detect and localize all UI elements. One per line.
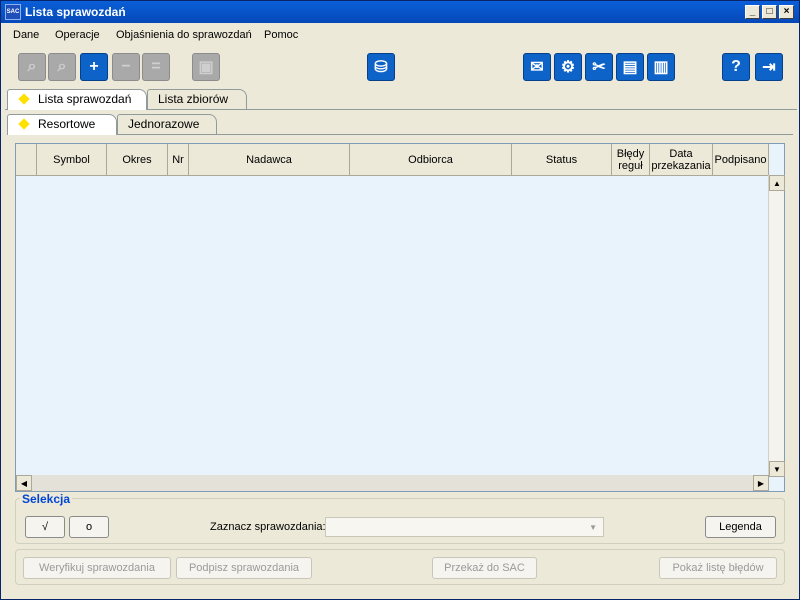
help-icon[interactable]: ? — [722, 53, 750, 81]
menu-dane[interactable]: Dane — [13, 29, 39, 41]
column-podpisano[interactable]: Podpisano — [713, 144, 769, 176]
zoom-out-icon[interactable]: ⌕ — [18, 53, 46, 81]
report-icon[interactable]: ▥ — [647, 53, 675, 81]
search-icon[interactable]: ⌕ — [48, 53, 76, 81]
column-nadawca[interactable]: Nadawca — [189, 144, 350, 176]
sign-reports-button[interactable]: Podpisz sprawozdania — [176, 557, 312, 579]
add-icon[interactable]: + — [80, 53, 108, 81]
mail-icon[interactable]: ✉ — [523, 53, 551, 81]
main-tabs: Lista sprawozdań Lista zbiorów — [7, 89, 797, 110]
minimize-button[interactable]: _ — [745, 5, 760, 19]
scroll-left-icon[interactable]: ◀ — [16, 475, 32, 491]
tab-jednorazowe[interactable]: Jednorazowe — [117, 114, 217, 134]
settings-icon[interactable]: ⚙ — [554, 53, 582, 81]
window-title: Lista sprawozdań — [25, 5, 126, 19]
verify-reports-button[interactable]: Weryfikuj sprawozdania — [23, 557, 171, 579]
tab-lista-sprawozdan[interactable]: Lista sprawozdań — [7, 89, 147, 110]
main-window: SAC Lista sprawozdań _ □ × Dane Operacje… — [0, 0, 800, 600]
tab-lista-zbiorow[interactable]: Lista zbiorów — [147, 89, 247, 109]
title-bar: SAC Lista sprawozdań _ □ × — [1, 1, 799, 23]
menu-operacje[interactable]: Operacje — [55, 29, 100, 41]
mark-reports-dropdown[interactable]: ▼ — [325, 517, 604, 537]
sub-tabs: Resortowe Jednorazowe — [7, 114, 797, 135]
maximize-button[interactable]: □ — [762, 5, 777, 19]
table-header: Symbol Okres Nr Nadawca Odbiorca Status … — [16, 144, 769, 176]
save-icon[interactable]: ▣ — [192, 53, 220, 81]
scroll-up-icon[interactable]: ▲ — [769, 175, 785, 191]
chevron-down-icon: ▼ — [589, 523, 597, 532]
tab-resortowe[interactable]: Resortowe — [7, 114, 117, 135]
mark-reports-label: Zaznacz sprawozdania: — [210, 521, 326, 533]
remove-icon[interactable]: − — [112, 53, 140, 81]
transfer-button[interactable]: Przekaż do SAC — [432, 557, 537, 579]
select-all-button[interactable]: √ — [25, 516, 65, 538]
column-okres[interactable]: Okres — [107, 144, 168, 176]
minus-icon[interactable]: = — [142, 53, 170, 81]
toolbar: ⌕ ⌕ + − = ▣ ⛁ ✉ ⚙ ✂ ▤ ▥ ? ⇥ — [1, 51, 799, 87]
show-errors-button[interactable]: Pokaż listę błędów — [659, 557, 777, 579]
menu-bar: Dane Operacje Objaśnienia do sprawozdań … — [1, 25, 799, 47]
reports-table[interactable]: Symbol Okres Nr Nadawca Odbiorca Status … — [15, 143, 785, 492]
app-icon: SAC — [5, 4, 21, 20]
column-selector[interactable] — [16, 144, 37, 176]
deselect-all-button[interactable]: o — [69, 516, 109, 538]
vertical-scrollbar[interactable]: ▲ ▼ — [768, 175, 785, 477]
menu-objasnienia[interactable]: Objaśnienia do sprawozdań — [116, 29, 252, 41]
horizontal-scrollbar[interactable]: ◀ ▶ — [16, 475, 769, 491]
database-search-icon[interactable]: ⛁ — [367, 53, 395, 81]
scroll-right-icon[interactable]: ▶ — [753, 475, 769, 491]
column-bledy-regul[interactable]: Błędy reguł — [612, 144, 650, 176]
column-data-przekazania[interactable]: Data przekazania — [650, 144, 713, 176]
legend-button[interactable]: Legenda — [705, 516, 776, 538]
tools-icon[interactable]: ✂ — [585, 53, 613, 81]
scroll-down-icon[interactable]: ▼ — [769, 461, 785, 477]
exit-icon[interactable]: ⇥ — [755, 53, 783, 81]
column-status[interactable]: Status — [512, 144, 612, 176]
actions-bar: Weryfikuj sprawozdania Podpisz sprawozda… — [15, 549, 785, 585]
selection-title: Selekcja — [20, 492, 73, 506]
column-nr[interactable]: Nr — [168, 144, 189, 176]
column-symbol[interactable]: Symbol — [37, 144, 107, 176]
close-button[interactable]: × — [779, 5, 794, 19]
menu-pomoc[interactable]: Pomoc — [264, 29, 298, 41]
document-icon[interactable]: ▤ — [616, 53, 644, 81]
column-odbiorca[interactable]: Odbiorca — [350, 144, 512, 176]
